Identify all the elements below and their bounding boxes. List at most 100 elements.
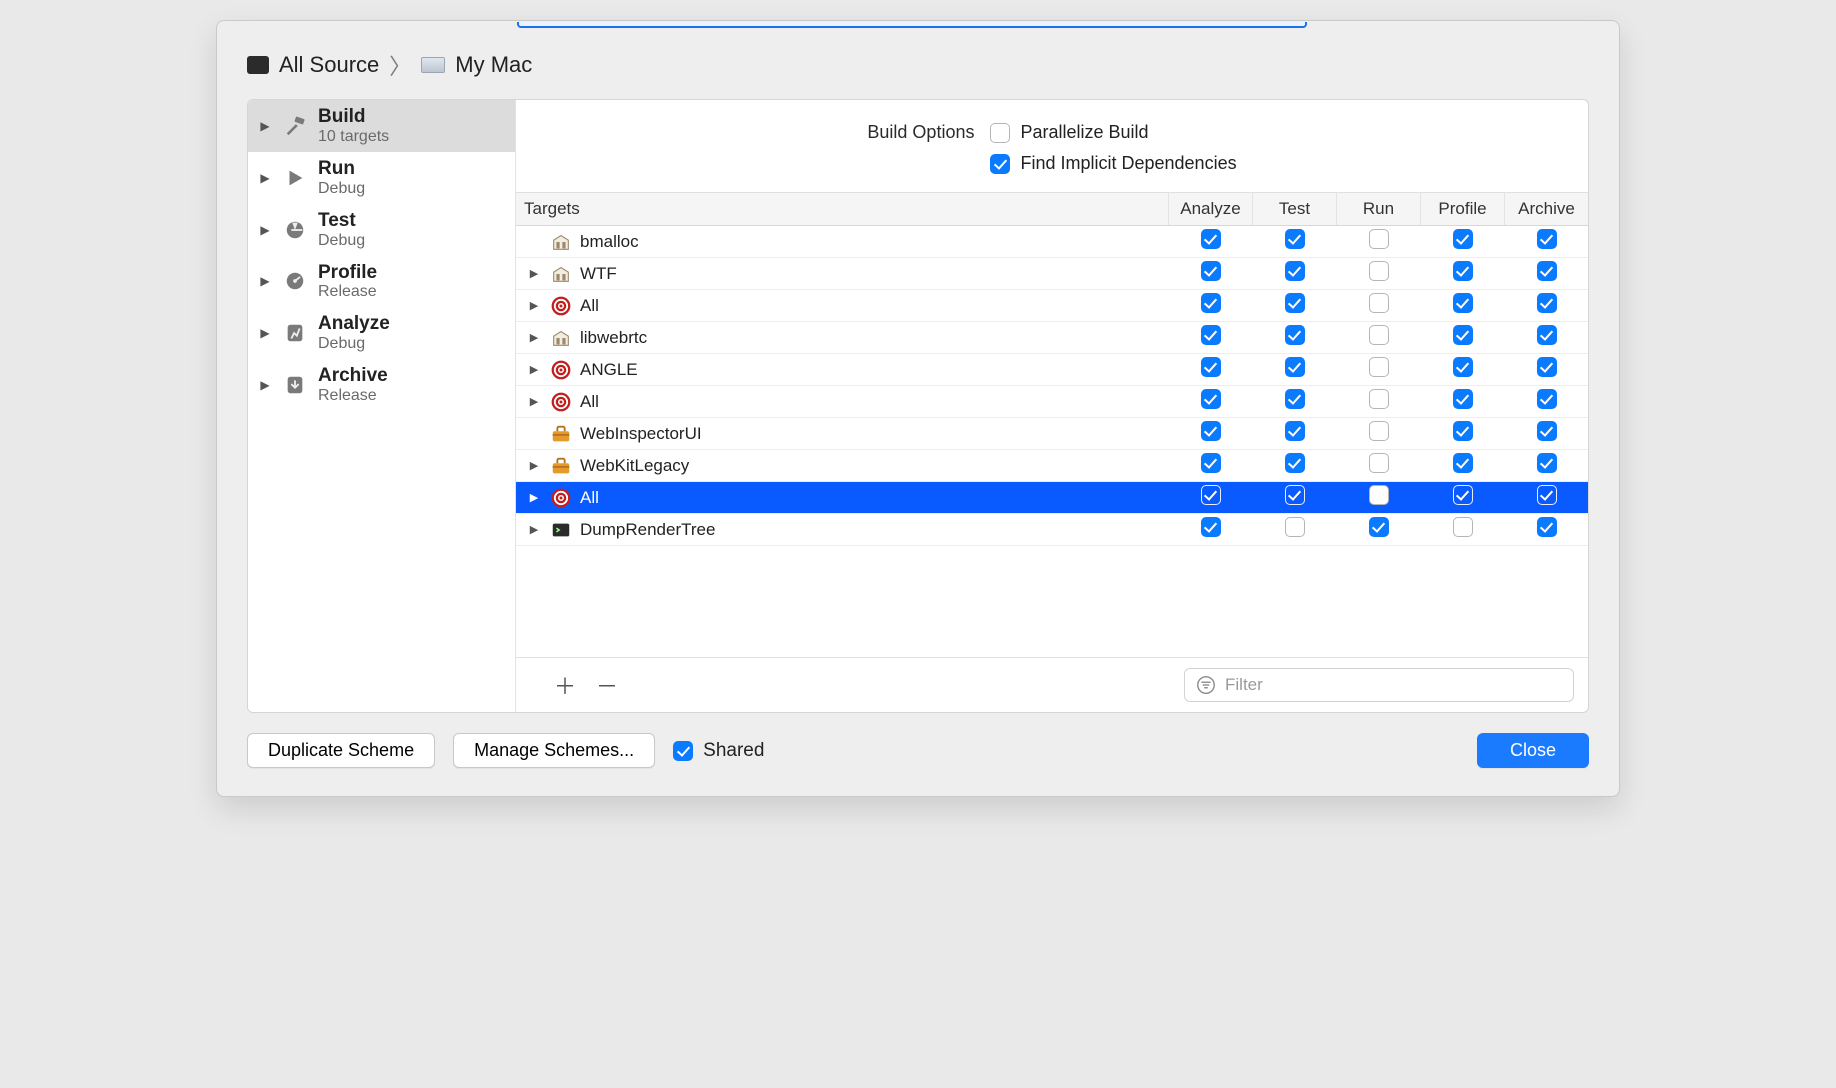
implicit-deps-option[interactable]: Find Implicit Dependencies: [990, 153, 1236, 174]
row-action-checkbox[interactable]: [1453, 485, 1473, 505]
row-action-checkbox[interactable]: [1285, 229, 1305, 249]
row-action-checkbox[interactable]: [1537, 389, 1557, 409]
add-target-button[interactable]: ＋: [554, 669, 576, 701]
row-action-checkbox[interactable]: [1285, 325, 1305, 345]
table-row[interactable]: ▶ All: [516, 386, 1588, 418]
table-row[interactable]: ▶ WebKitLegacy: [516, 450, 1588, 482]
row-action-checkbox[interactable]: [1201, 453, 1221, 473]
row-action-checkbox[interactable]: [1453, 261, 1473, 281]
manage-schemes-button[interactable]: Manage Schemes...: [453, 733, 655, 768]
row-action-checkbox[interactable]: [1201, 517, 1221, 537]
row-action-checkbox[interactable]: [1537, 229, 1557, 249]
shared-checkbox[interactable]: [673, 741, 693, 761]
column-header-targets[interactable]: Targets: [516, 193, 1168, 225]
row-action-checkbox[interactable]: [1537, 453, 1557, 473]
parallelize-build-checkbox[interactable]: [990, 123, 1010, 143]
sidebar-item-build[interactable]: ▶ Build 10 targets: [248, 100, 515, 152]
filter-input[interactable]: [1225, 675, 1563, 695]
sidebar-item-test[interactable]: ▶ Test Debug: [248, 204, 515, 256]
sidebar-item-analyze[interactable]: ▶ Analyze Debug: [248, 307, 515, 359]
table-row[interactable]: bmalloc: [516, 226, 1588, 258]
row-action-checkbox[interactable]: [1285, 453, 1305, 473]
row-action-checkbox[interactable]: [1537, 421, 1557, 441]
disclosure-triangle-icon[interactable]: ▶: [526, 331, 542, 344]
row-action-checkbox[interactable]: [1285, 261, 1305, 281]
row-action-checkbox[interactable]: [1453, 357, 1473, 377]
column-header-analyze[interactable]: Analyze: [1168, 193, 1252, 225]
disclosure-triangle-icon[interactable]: ▶: [258, 119, 272, 133]
table-row[interactable]: ▶ libwebrtc: [516, 322, 1588, 354]
row-action-checkbox[interactable]: [1537, 261, 1557, 281]
table-row[interactable]: ▶ All: [516, 482, 1588, 514]
row-action-checkbox[interactable]: [1453, 325, 1473, 345]
close-button[interactable]: Close: [1477, 733, 1589, 768]
row-action-checkbox[interactable]: [1369, 293, 1389, 313]
row-action-checkbox[interactable]: [1537, 485, 1557, 505]
filter-field[interactable]: [1184, 668, 1574, 702]
row-action-checkbox[interactable]: [1201, 293, 1221, 313]
shared-option[interactable]: Shared: [673, 740, 764, 762]
sidebar-item-profile[interactable]: ▶ Profile Release: [248, 256, 515, 308]
disclosure-triangle-icon[interactable]: ▶: [526, 491, 542, 504]
row-action-checkbox[interactable]: [1201, 325, 1221, 345]
row-action-checkbox[interactable]: [1369, 453, 1389, 473]
row-action-checkbox[interactable]: [1285, 357, 1305, 377]
row-action-checkbox[interactable]: [1201, 421, 1221, 441]
implicit-deps-checkbox[interactable]: [990, 154, 1010, 174]
table-row[interactable]: ▶ DumpRenderTree: [516, 514, 1588, 546]
row-action-checkbox[interactable]: [1453, 453, 1473, 473]
table-row[interactable]: WebInspectorUI: [516, 418, 1588, 450]
row-action-checkbox[interactable]: [1369, 421, 1389, 441]
row-action-checkbox[interactable]: [1369, 389, 1389, 409]
row-action-checkbox[interactable]: [1201, 261, 1221, 281]
row-action-checkbox[interactable]: [1201, 357, 1221, 377]
disclosure-triangle-icon[interactable]: ▶: [526, 523, 542, 536]
row-action-checkbox[interactable]: [1369, 485, 1389, 505]
breadcrumb-scheme[interactable]: All Source: [279, 52, 379, 78]
column-header-test[interactable]: Test: [1252, 193, 1336, 225]
breadcrumb-destination[interactable]: My Mac: [455, 52, 532, 78]
row-action-checkbox[interactable]: [1537, 325, 1557, 345]
remove-target-button[interactable]: －: [596, 669, 618, 701]
disclosure-triangle-icon[interactable]: ▶: [526, 267, 542, 280]
disclosure-triangle-icon[interactable]: ▶: [526, 363, 542, 376]
row-action-checkbox[interactable]: [1453, 293, 1473, 313]
row-action-checkbox[interactable]: [1369, 517, 1389, 537]
row-action-checkbox[interactable]: [1453, 389, 1473, 409]
table-row[interactable]: ▶ WTF: [516, 258, 1588, 290]
duplicate-scheme-button[interactable]: Duplicate Scheme: [247, 733, 435, 768]
row-action-checkbox[interactable]: [1369, 325, 1389, 345]
disclosure-triangle-icon[interactable]: ▶: [526, 395, 542, 408]
row-action-checkbox[interactable]: [1453, 517, 1473, 537]
row-action-checkbox[interactable]: [1369, 357, 1389, 377]
row-action-checkbox[interactable]: [1285, 485, 1305, 505]
sidebar-item-run[interactable]: ▶ Run Debug: [248, 152, 515, 204]
disclosure-triangle-icon[interactable]: ▶: [258, 378, 272, 392]
table-row[interactable]: ▶ ANGLE: [516, 354, 1588, 386]
row-action-checkbox[interactable]: [1285, 421, 1305, 441]
disclosure-triangle-icon[interactable]: ▶: [258, 171, 272, 185]
row-action-checkbox[interactable]: [1285, 293, 1305, 313]
row-action-checkbox[interactable]: [1285, 517, 1305, 537]
row-action-checkbox[interactable]: [1201, 229, 1221, 249]
row-action-checkbox[interactable]: [1369, 261, 1389, 281]
row-action-checkbox[interactable]: [1453, 421, 1473, 441]
disclosure-triangle-icon[interactable]: ▶: [526, 299, 542, 312]
row-action-checkbox[interactable]: [1537, 357, 1557, 377]
column-header-profile[interactable]: Profile: [1420, 193, 1504, 225]
disclosure-triangle-icon[interactable]: ▶: [258, 326, 272, 340]
disclosure-triangle-icon[interactable]: ▶: [258, 274, 272, 288]
sidebar-item-archive[interactable]: ▶ Archive Release: [248, 359, 515, 411]
table-row[interactable]: ▶ All: [516, 290, 1588, 322]
row-action-checkbox[interactable]: [1201, 389, 1221, 409]
column-header-run[interactable]: Run: [1336, 193, 1420, 225]
column-header-archive[interactable]: Archive: [1504, 193, 1588, 225]
disclosure-triangle-icon[interactable]: ▶: [258, 223, 272, 237]
row-action-checkbox[interactable]: [1537, 293, 1557, 313]
row-action-checkbox[interactable]: [1537, 517, 1557, 537]
row-action-checkbox[interactable]: [1201, 485, 1221, 505]
row-action-checkbox[interactable]: [1453, 229, 1473, 249]
row-action-checkbox[interactable]: [1285, 389, 1305, 409]
parallelize-build-option[interactable]: Parallelize Build: [990, 122, 1236, 143]
disclosure-triangle-icon[interactable]: ▶: [526, 459, 542, 472]
